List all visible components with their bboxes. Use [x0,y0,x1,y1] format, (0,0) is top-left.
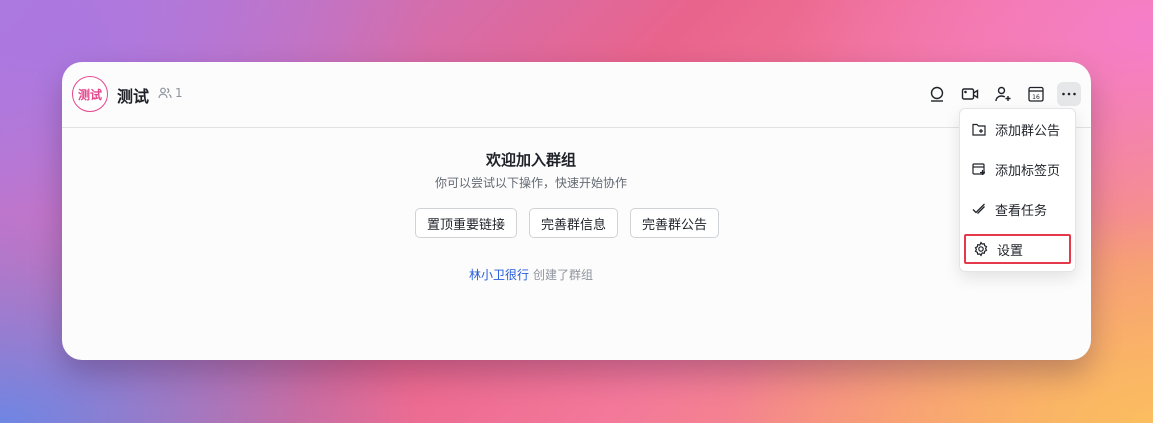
welcome-subtitle: 你可以尝试以下操作，快速开始协作 [434,176,627,190]
settings-icon [973,241,989,257]
members-icon [158,87,172,99]
video-icon[interactable] [958,82,982,106]
created-text: 创建了群组 [533,268,594,282]
menu-item-label: 添加群公告 [995,123,1061,139]
menu-item-view-tasks[interactable]: 查看任务 [964,194,1071,224]
complete-announcement-button[interactable]: 完善群公告 [630,208,720,238]
complete-group-info-button[interactable]: 完善群信息 [529,208,619,238]
calendar-day: 16 [1032,94,1040,101]
welcome-title: 欢迎加入群组 [485,151,576,169]
member-count-value: 1 [175,86,183,100]
menu-item-settings[interactable]: 设置 [964,234,1071,264]
menu-item-add-announcement[interactable]: 添加群公告 [964,114,1071,144]
announcement-icon [971,121,987,137]
more-icon[interactable] [1057,82,1081,106]
menu-item-label: 添加标签页 [995,163,1061,179]
menu-item-label: 查看任务 [995,203,1048,219]
menu-item-add-tab[interactable]: 添加标签页 [964,154,1071,184]
group-created-notice: 林小卫很行 创建了群组 [62,266,1000,283]
more-menu: 添加群公告 添加标签页 查看任务 设置 [959,108,1076,272]
calendar-icon[interactable]: 16 [1024,82,1048,106]
search-icon[interactable] [925,82,949,106]
creator-link[interactable]: 林小卫很行 [469,268,529,282]
chat-window: 测试 测试 1 16 欢迎加入群组 你可以尝试以下操作，快速开始协作 置顶重要链… [62,62,1091,360]
pin-links-button[interactable]: 置顶重要链接 [415,208,518,238]
menu-item-label: 设置 [997,243,1024,259]
task-icon [971,201,987,217]
quick-actions: 置顶重要链接 完善群信息 完善群公告 [415,208,720,238]
header-toolbar: 16 [925,82,1081,106]
group-avatar[interactable]: 测试 [72,76,108,112]
member-count[interactable]: 1 [158,86,183,100]
group-title[interactable]: 测试 [117,83,149,107]
add-member-icon[interactable] [991,82,1015,106]
add-tab-icon [971,161,987,177]
chat-header: 测试 测试 1 16 [62,62,1091,128]
